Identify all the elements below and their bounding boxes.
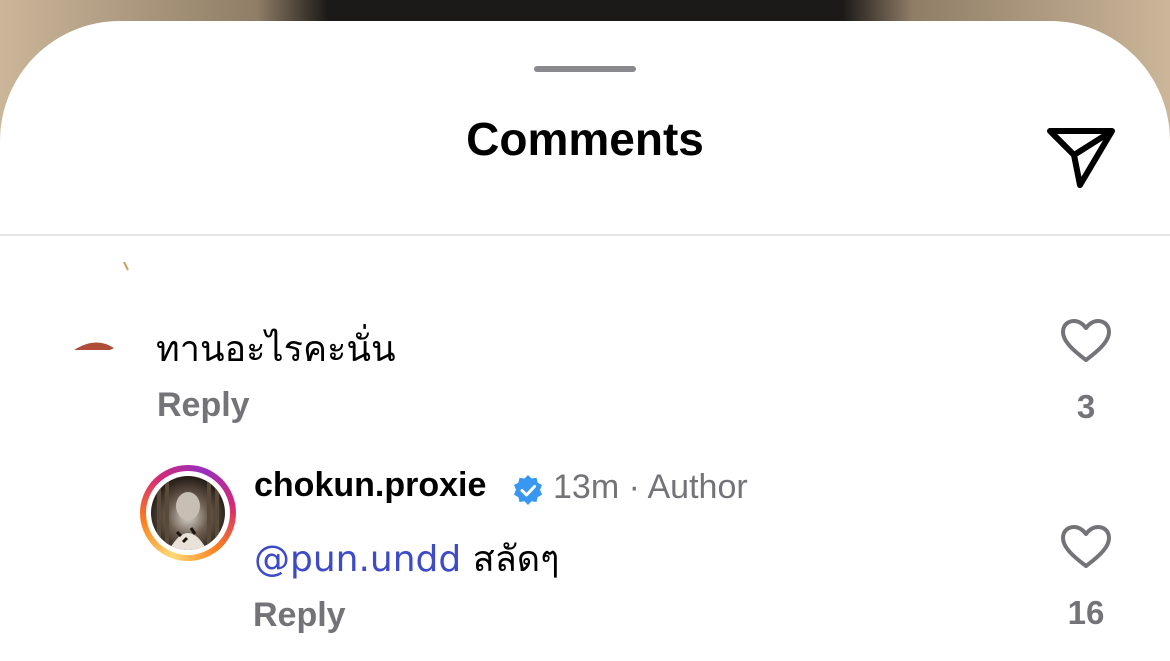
heart-outline-icon (1061, 525, 1111, 568)
reply-meta: 13m · Author (553, 468, 748, 507)
reply-time: 13m (553, 468, 620, 506)
avatar-image (74, 261, 129, 354)
author-label: Author (647, 468, 748, 506)
share-button[interactable] (1044, 125, 1116, 191)
meta-separator: · (628, 468, 640, 506)
avatar (151, 476, 225, 550)
mention-link[interactable]: @pun.undd (254, 539, 461, 580)
avatar[interactable] (36, 240, 146, 354)
header-divider (0, 234, 1170, 236)
like-count: 16 (1067, 594, 1105, 631)
verified-badge-icon (514, 475, 542, 505)
reply-text: @pun.undd สลัดๆ (254, 530, 559, 587)
like-button[interactable] (1060, 524, 1112, 570)
heart-outline-icon (1061, 319, 1111, 362)
comment-text: ทานอะไรคะนั่น (156, 329, 396, 370)
like-button[interactable] (1060, 318, 1112, 364)
reply-avatar-story-ring[interactable] (140, 465, 236, 561)
avatar-ring-gap (146, 471, 230, 555)
reply-body: สลัดๆ (472, 539, 560, 580)
like-count: 3 (1076, 388, 1096, 425)
reply-button[interactable]: Reply (253, 596, 346, 635)
reply-button[interactable]: Reply (157, 386, 250, 425)
reply-username[interactable]: chokun.proxie (254, 466, 486, 505)
paper-plane-icon (1047, 128, 1115, 188)
avatar-image (157, 480, 219, 550)
sheet-grabber-handle[interactable] (534, 66, 636, 72)
sheet-title: Comments (466, 113, 704, 165)
verified-badge (512, 474, 544, 506)
